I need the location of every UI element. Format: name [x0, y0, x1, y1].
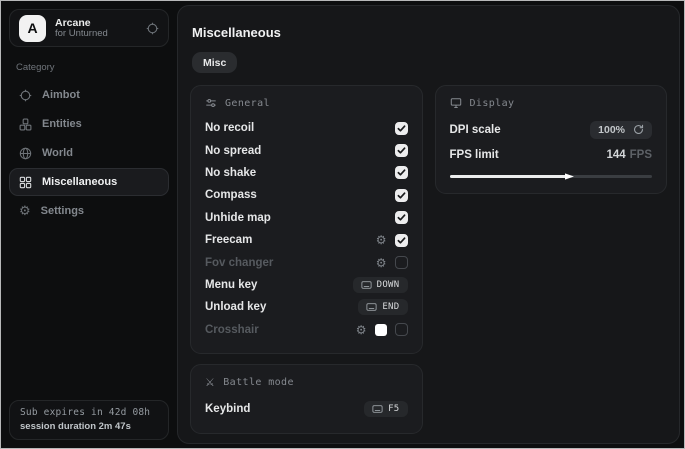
- sidebar-item-miscellaneous[interactable]: Miscellaneous: [9, 168, 169, 196]
- gear-icon: ⚙: [19, 205, 31, 218]
- setting-row-no-recoil: No recoil: [205, 117, 408, 139]
- sidebar-item-label: Settings: [41, 205, 84, 217]
- panel-title: General: [225, 98, 270, 109]
- setting-label: Compass: [205, 189, 257, 201]
- sidebar-item-aimbot[interactable]: Aimbot: [9, 81, 169, 109]
- sidebar-item-settings[interactable]: ⚙ Settings: [9, 197, 169, 225]
- display-panel: Display DPI scale 100%: [435, 85, 668, 194]
- compass-checkbox[interactable]: [395, 189, 408, 202]
- key-label: F5: [388, 404, 399, 414]
- setting-row-fps-limit: FPS limit 144FPS: [450, 142, 653, 167]
- crosshair-settings-gear-icon[interactable]: ⚙: [356, 324, 367, 336]
- category-label: Category: [16, 62, 169, 73]
- setting-row-fov-changer: Fov changer ⚙: [205, 251, 408, 273]
- setting-row-no-shake: No shake: [205, 162, 408, 184]
- main-content: Miscellaneous Misc General: [177, 5, 680, 444]
- fps-value: 144FPS: [606, 149, 652, 161]
- slider-fill: [450, 175, 567, 178]
- crosshair-checkbox[interactable]: [395, 323, 408, 336]
- freecam-settings-gear-icon[interactable]: ⚙: [376, 234, 387, 246]
- setting-row-freecam: Freecam ⚙: [205, 229, 408, 251]
- no-recoil-checkbox[interactable]: [395, 122, 408, 135]
- panel-title: Battle mode: [223, 377, 294, 388]
- keyboard-icon: [372, 405, 383, 413]
- setting-row-crosshair: Crosshair ⚙: [205, 319, 408, 341]
- sidebar-item-label: World: [42, 147, 73, 159]
- app-name: Arcane: [55, 17, 137, 29]
- app-subtitle: for Unturned: [55, 29, 137, 40]
- setting-label: Crosshair: [205, 324, 259, 336]
- monitor-icon: [450, 97, 462, 109]
- unhide-map-checkbox[interactable]: [395, 211, 408, 224]
- sidebar: A Arcane for Unturned Category Aimbot: [1, 1, 177, 448]
- setting-label: No spread: [205, 145, 261, 157]
- key-label: DOWN: [377, 280, 400, 290]
- fps-limit-slider[interactable]: [450, 171, 653, 181]
- battle-mode-panel: ⚔ Battle mode Keybind F5: [190, 364, 423, 434]
- setting-row-unload-key: Unload key END: [205, 296, 408, 318]
- unload-key-binding[interactable]: END: [358, 299, 407, 315]
- globe-icon: [19, 147, 32, 160]
- sidebar-item-world[interactable]: World: [9, 139, 169, 167]
- setting-label: FPS limit: [450, 149, 499, 161]
- menu-key-binding[interactable]: DOWN: [353, 277, 408, 293]
- slider-thumb[interactable]: [565, 172, 574, 181]
- sidebar-item-label: Aimbot: [42, 89, 80, 101]
- profile-card[interactable]: A Arcane for Unturned: [9, 9, 169, 47]
- swords-icon: ⚔: [205, 376, 215, 389]
- refresh-target-icon[interactable]: [146, 22, 159, 35]
- setting-row-menu-key: Menu key DOWN: [205, 274, 408, 296]
- setting-row-no-spread: No spread: [205, 139, 408, 161]
- keyboard-icon: [361, 281, 372, 289]
- key-label: END: [382, 302, 399, 312]
- setting-row-unhide-map: Unhide map: [205, 207, 408, 229]
- sidebar-item-entities[interactable]: Entities: [9, 110, 169, 138]
- tab-misc[interactable]: Misc: [192, 52, 237, 73]
- session-duration: session duration 2m 47s: [20, 421, 158, 432]
- battle-keybind-binding[interactable]: F5: [364, 401, 407, 417]
- sidebar-item-label: Miscellaneous: [42, 176, 117, 188]
- app-window: A Arcane for Unturned Category Aimbot: [0, 0, 685, 449]
- dpi-scale-control[interactable]: 100%: [590, 121, 652, 139]
- reset-rotate-icon[interactable]: [633, 124, 644, 135]
- setting-row-keybind: Keybind F5: [205, 397, 408, 421]
- setting-row-dpi-scale: DPI scale 100%: [450, 117, 653, 142]
- dpi-value: 100%: [598, 124, 625, 136]
- fov-settings-gear-icon[interactable]: ⚙: [376, 257, 387, 269]
- grid-icon: [19, 176, 32, 189]
- setting-label: Unhide map: [205, 212, 271, 224]
- sidebar-nav: Aimbot Entities World: [9, 81, 169, 225]
- crosshair-icon: [19, 89, 32, 102]
- freecam-checkbox[interactable]: [395, 234, 408, 247]
- setting-label: Freecam: [205, 234, 252, 246]
- setting-label: Menu key: [205, 279, 257, 291]
- subscription-expiry: Sub expires in 42d 08h: [20, 407, 158, 418]
- fov-changer-checkbox[interactable]: [395, 256, 408, 269]
- keyboard-icon: [366, 303, 377, 311]
- crosshair-color-swatch[interactable]: [375, 324, 387, 336]
- setting-label: Fov changer: [205, 257, 273, 269]
- avatar: A: [19, 15, 46, 42]
- setting-label: Keybind: [205, 403, 250, 415]
- setting-label: Unload key: [205, 301, 266, 313]
- sidebar-item-label: Entities: [42, 118, 82, 130]
- setting-label: DPI scale: [450, 124, 501, 136]
- general-panel: General No recoil No spread No shake: [190, 85, 423, 354]
- sliders-icon: [205, 97, 217, 109]
- no-spread-checkbox[interactable]: [395, 144, 408, 157]
- setting-label: No recoil: [205, 122, 254, 134]
- boxes-icon: [19, 118, 32, 131]
- setting-label: No shake: [205, 167, 256, 179]
- setting-row-compass: Compass: [205, 184, 408, 206]
- no-shake-checkbox[interactable]: [395, 166, 408, 179]
- subscription-card: Sub expires in 42d 08h session duration …: [9, 400, 169, 440]
- panel-title: Display: [470, 98, 515, 109]
- page-title: Miscellaneous: [192, 25, 667, 40]
